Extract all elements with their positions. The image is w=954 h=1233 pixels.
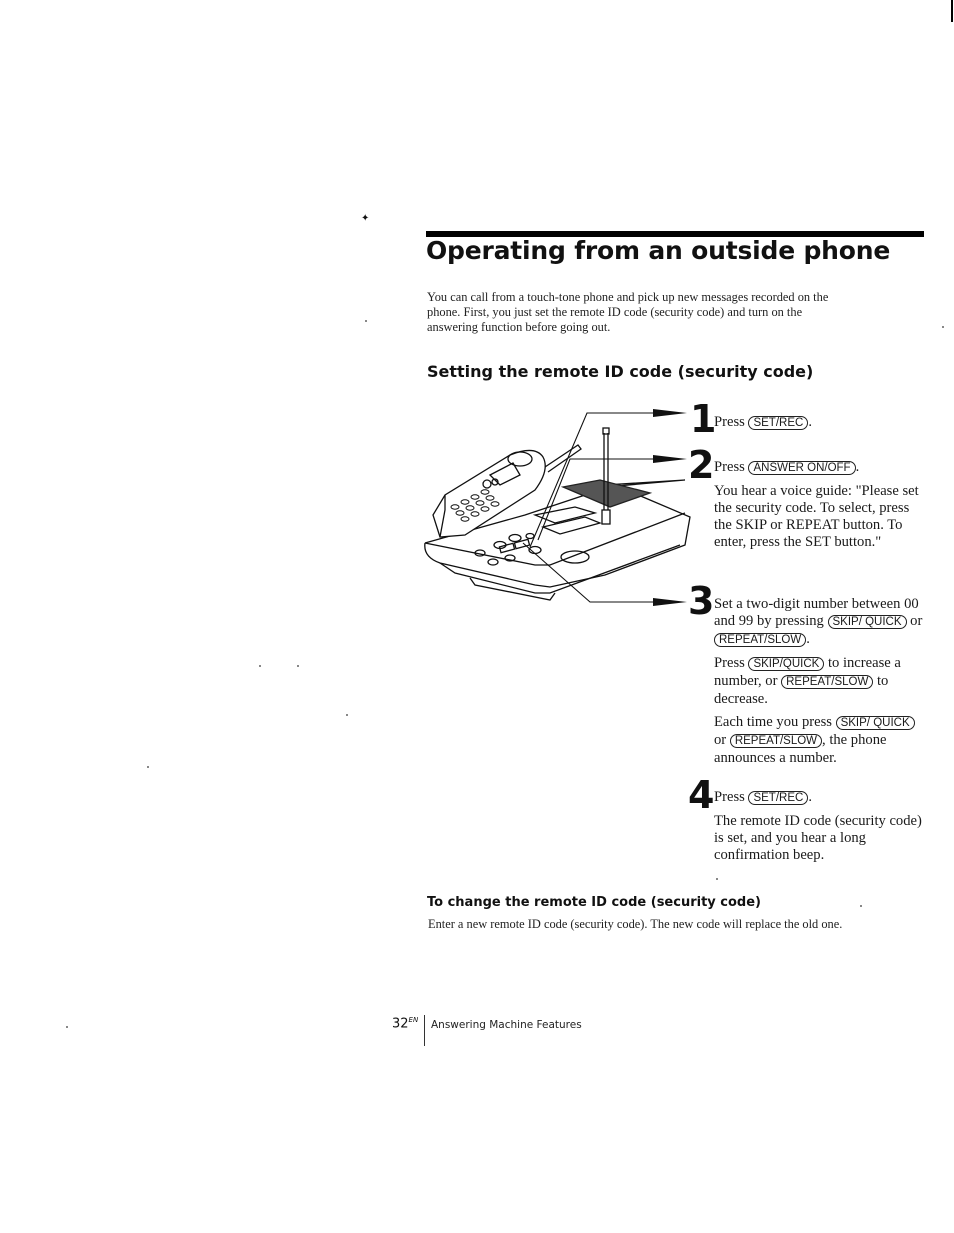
set-rec-key: SET/REC [748,791,809,805]
scan-speck [147,766,149,768]
page-number-value: 32 [392,1016,409,1032]
step-number-3: 3 [688,579,715,623]
step-1-text: Press SET/REC. [714,414,929,438]
step-number-4: 4 [688,773,715,817]
text: . [806,631,810,647]
step-2-text: Press ANSWER ON/OFF. You hear a voice gu… [714,459,929,557]
step-4-instruction: Press [714,789,749,805]
section-heading: Setting the remote ID code (security cod… [427,362,814,381]
step-3-para-2: Press SKIP/QUICK to increase a number, o… [714,655,929,708]
answer-on-off-key: ANSWER ON/OFF [748,461,856,475]
step-3-para-3: Each time you press SKIP/ QUICK or REPEA… [714,714,929,767]
step-3-para-1: Set a two-digit number between 00 and 99… [714,596,929,649]
step-4-note: The remote ID code (security code) is se… [714,813,922,863]
step-number-2: 2 [688,443,715,487]
step-3-text: Set a two-digit number between 00 and 99… [714,596,929,773]
intro-paragraph: You can call from a touch-tone phone and… [427,290,829,334]
step-1-instruction: Press [714,414,749,430]
footer-section-name: Answering Machine Features [431,1019,582,1031]
change-code-heading: To change the remote ID code (security c… [427,895,761,910]
scan-speck [716,878,718,880]
text: Press [714,655,749,671]
skip-quick-key: SKIP/QUICK [748,657,825,671]
scan-speck [860,905,862,907]
page-language-suffix: EN [408,1016,419,1024]
set-rec-key: SET/REC [748,416,809,430]
phone-illustration [424,409,691,606]
scan-edge-mark [951,0,953,22]
skip-quick-key: SKIP/ QUICK [835,716,915,730]
footer-divider [424,1015,425,1046]
punctuation: . [855,459,860,475]
page-number: 32EN [392,1016,418,1031]
repeat-slow-key: REPEAT/SLOW [714,633,807,647]
scan-speck [66,1026,68,1028]
skip-quick-key: SKIP/ QUICK [827,615,907,629]
punctuation: . [808,789,812,805]
change-code-text: Enter a new remote ID code (security cod… [428,917,843,931]
step-number-1: 1 [690,397,717,441]
repeat-slow-key: REPEAT/SLOW [729,734,823,748]
repeat-slow-key: REPEAT/SLOW [781,675,874,689]
page-title: Operating from an outside phone [426,236,891,265]
text: or [906,613,923,629]
text: or [714,732,730,748]
scan-speck [942,326,944,328]
step-2-instruction: Press [714,459,749,475]
bullet-mark-icon: ✦ [361,213,370,224]
step-2-note: You hear a voice guide: "Please set the … [714,483,919,550]
scan-speck [365,320,367,322]
scan-speck [346,714,348,716]
punctuation: . [808,414,812,430]
text: Each time you press [714,714,836,730]
scan-speck [259,665,261,667]
step-4-text: Press SET/REC. The remote ID code (secur… [714,789,929,870]
scan-speck [297,665,299,667]
